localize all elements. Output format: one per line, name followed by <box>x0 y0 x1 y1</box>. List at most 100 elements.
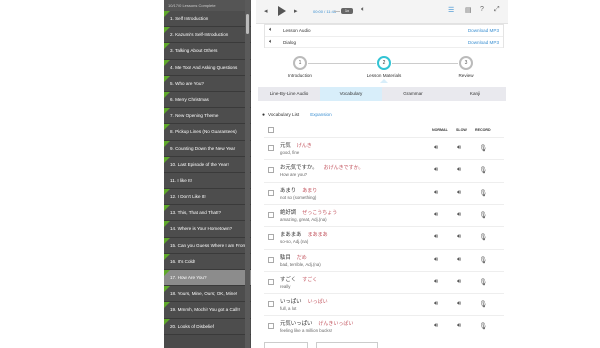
record-mic-icon[interactable]: 🎙︎ <box>479 233 487 241</box>
tab-grammar[interactable]: Grammar <box>382 87 444 101</box>
sidebar-lesson-item[interactable]: 20. Looks of Disbelief <box>164 318 251 335</box>
sidebar-lesson-item[interactable]: 3. Talking About Others <box>164 43 251 60</box>
tab-line-by-line-audio[interactable]: Line-By-Line Audio <box>258 87 320 101</box>
play-slow-icon[interactable]: 🔊︎ <box>457 189 461 197</box>
sidebar-lesson-item[interactable]: 18. Yours, Mine, Ours; OK, Mine! <box>164 286 251 303</box>
sidebar-lesson-item[interactable]: 11. I like It! <box>164 172 251 190</box>
expand-icon[interactable]: ⤢ <box>494 6 500 14</box>
vocabulary-row: 元気 げんき good, fine 🔊︎ 🔊︎ 🎙︎ <box>264 137 504 158</box>
speaker-icon[interactable]: 🔈︎ <box>269 25 273 37</box>
vocabulary-row: お元気ですか。 おげんきですか。 How are you? 🔊︎ 🔊︎ 🎙︎ <box>264 159 504 180</box>
play-normal-icon[interactable]: 🔊︎ <box>434 256 438 264</box>
play-slow-icon[interactable]: 🔊︎ <box>457 211 461 219</box>
completed-marker-icon <box>164 27 170 34</box>
row-checkbox[interactable] <box>268 234 274 241</box>
play-icon[interactable] <box>278 6 286 16</box>
step-review[interactable]: 3 Review <box>436 56 496 78</box>
row-checkbox[interactable] <box>268 145 274 151</box>
row-checkbox[interactable] <box>268 211 274 218</box>
vocabulary-row: 駄目 だめ bad, terrible, Adj.(na) 🔊︎ 🔊︎ 🎙︎ <box>264 248 504 270</box>
play-slow-icon[interactable]: 🔊︎ <box>457 256 461 264</box>
play-normal-icon[interactable]: 🔊︎ <box>434 189 438 197</box>
play-slow-icon[interactable]: 🔊︎ <box>457 166 461 174</box>
play-normal-icon[interactable]: 🔊︎ <box>434 278 438 286</box>
sidebar-lesson-item[interactable]: 7. New Opening Theme <box>164 108 251 125</box>
step-introduction[interactable]: 1 Introduction <box>270 56 330 78</box>
sidebar-lesson-item[interactable]: 19. Mmmh, Mochi! You got a Call!! <box>164 302 251 319</box>
sidebar-lesson-item[interactable]: 12. I Don't Like It! <box>164 189 251 206</box>
play-normal-icon[interactable]: 🔊︎ <box>434 144 438 152</box>
play-normal-icon[interactable]: 🔊︎ <box>434 300 438 308</box>
footer-button[interactable] <box>264 342 308 348</box>
sidebar-lesson-item[interactable]: 10. Last Episode of the Year! <box>164 156 251 173</box>
sidebar-lesson-item[interactable]: 8. Pickup Lines (No Guarantees) <box>164 124 251 141</box>
row-checkbox[interactable] <box>268 278 274 285</box>
skip-back-icon[interactable]: ◂ <box>264 7 268 15</box>
play-slow-icon[interactable]: 🔊︎ <box>457 233 461 241</box>
sidebar-lesson-item[interactable]: 6. Merry Christmas <box>164 91 251 109</box>
record-mic-icon[interactable]: 🎙︎ <box>479 211 487 219</box>
sidebar-lesson-item[interactable]: 2. Kazumi's Self-Introduction <box>164 27 251 44</box>
play-normal-icon[interactable]: 🔊︎ <box>434 211 438 219</box>
row-checkbox[interactable] <box>268 323 274 330</box>
vocab-kana: げんきいっぱい <box>318 321 354 328</box>
skip-forward-icon[interactable]: ▸ <box>294 7 298 15</box>
list-icon[interactable]: ☰ <box>448 6 454 14</box>
download-mp3-link[interactable]: Download MP3 <box>468 25 499 37</box>
play-slow-icon[interactable]: 🔊︎ <box>457 300 461 308</box>
completed-marker-icon <box>164 140 170 147</box>
lesson-sidebar: 10/17/0 Lessons Complete 1. Self Introdu… <box>164 0 251 348</box>
download-mp3-link[interactable]: Download MP3 <box>468 37 499 49</box>
player-seek-track[interactable] <box>334 11 340 12</box>
tab-vocabulary[interactable]: Vocabulary <box>320 87 382 101</box>
step-lesson-materials[interactable]: 2 Lesson Materials <box>354 56 414 83</box>
record-mic-icon[interactable]: 🎙︎ <box>479 189 487 197</box>
help-icon[interactable]: ? <box>480 6 484 13</box>
play-normal-icon[interactable]: 🔊︎ <box>434 233 438 241</box>
record-mic-icon[interactable]: 🎙︎ <box>479 144 487 152</box>
vocab-english: so-so, Adj.(na) <box>280 239 309 245</box>
sidebar-lesson-item[interactable]: 9. Counting Down the New Year <box>164 140 251 157</box>
row-checkbox[interactable] <box>268 189 274 196</box>
record-mic-icon[interactable]: 🎙︎ <box>479 300 487 308</box>
collapse-bullet-icon[interactable]: ● <box>262 112 265 118</box>
play-slow-icon[interactable]: 🔊︎ <box>457 278 461 286</box>
sidebar-lesson-label: 5. Who are You? <box>170 80 204 86</box>
play-normal-icon[interactable]: 🔊︎ <box>434 322 438 330</box>
play-slow-icon[interactable]: 🔊︎ <box>457 322 461 330</box>
tab-kanji[interactable]: Kanji <box>444 87 506 101</box>
sidebar-lesson-item[interactable]: 4. Me Too! And Asking Questions <box>164 59 251 76</box>
sidebar-lesson-item[interactable]: 5. Who are You? <box>164 75 251 92</box>
notes-icon[interactable]: ▤ <box>465 6 472 14</box>
row-checkbox[interactable] <box>268 301 274 308</box>
record-mic-icon[interactable]: 🎙︎ <box>479 166 487 174</box>
play-normal-icon[interactable]: 🔊︎ <box>434 166 438 174</box>
sidebar-lesson-item[interactable]: 16. It's Cold! <box>164 253 251 270</box>
vocab-kana: すごく <box>302 276 318 283</box>
record-mic-icon[interactable]: 🎙︎ <box>479 256 487 264</box>
sidebar-lesson-item[interactable]: 13. This, That and That!? <box>164 205 251 222</box>
sidebar-scrollbar-thumb[interactable] <box>246 14 249 34</box>
expansion-link[interactable]: Expansion <box>310 112 331 117</box>
vocab-word: 駄目 だめ <box>280 253 307 261</box>
completed-marker-icon <box>164 11 170 17</box>
footer-button[interactable] <box>316 342 378 348</box>
record-mic-icon[interactable]: 🎙︎ <box>479 322 487 330</box>
vocab-kanji: 元気いっぱい <box>280 321 313 328</box>
sidebar-scrollbar-track[interactable] <box>245 0 250 348</box>
sidebar-lesson-item[interactable]: 14. Where is Your Hometown? <box>164 221 251 238</box>
lesson-steps: 1 Introduction 2 Lesson Materials 3 Revi… <box>256 52 508 86</box>
record-mic-icon[interactable]: 🎙︎ <box>479 278 487 286</box>
volume-icon[interactable]: 🔈︎ <box>361 6 365 14</box>
player-speed-button[interactable]: 1x <box>341 8 353 14</box>
vocab-kanji: まあまあ <box>280 232 302 239</box>
sidebar-lesson-item[interactable]: 1. Self Introduction <box>164 11 251 28</box>
speaker-icon[interactable]: 🔈︎ <box>269 37 273 49</box>
row-checkbox[interactable] <box>268 256 274 263</box>
play-slow-icon[interactable]: 🔊︎ <box>457 144 461 152</box>
select-all-checkbox[interactable] <box>268 127 274 133</box>
row-checkbox[interactable] <box>268 167 274 174</box>
completed-marker-icon <box>164 59 170 66</box>
sidebar-lesson-item[interactable]: 17. How Are You? <box>164 270 251 287</box>
sidebar-lesson-item[interactable]: 15. Can you Guess Where I am From? <box>164 237 251 254</box>
